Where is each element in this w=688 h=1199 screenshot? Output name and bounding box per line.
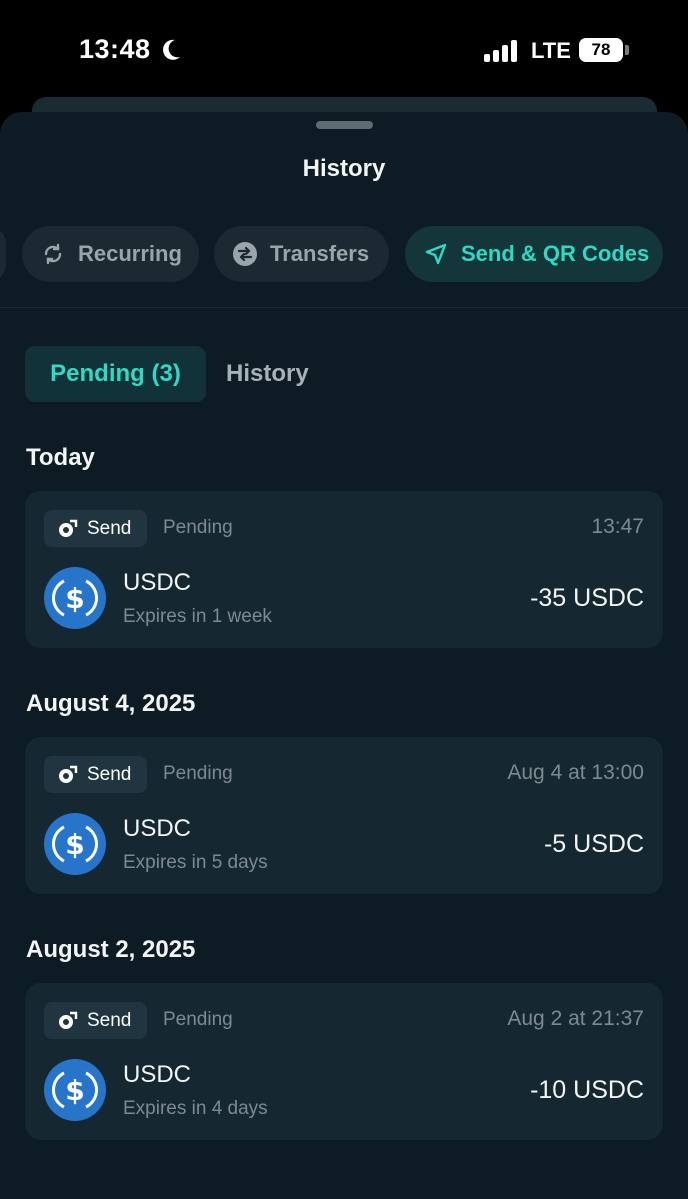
amount: -5 USDC xyxy=(543,830,644,858)
recurring-icon xyxy=(40,241,66,267)
type-label: Send xyxy=(87,517,132,539)
amount: -10 USDC xyxy=(530,1076,644,1104)
filter-chip-label: Send & QR Codes xyxy=(461,241,650,266)
send-type-icon xyxy=(59,765,78,783)
filter-chip-transfers[interactable]: Transfers xyxy=(214,226,389,282)
filter-chip-label: Transfers xyxy=(270,241,370,266)
transfers-icon xyxy=(232,241,258,267)
expiry-text: Expires in 1 week xyxy=(123,606,272,627)
status-text: Pending xyxy=(163,763,233,784)
filter-chip-send-qr[interactable]: Send & QR Codes xyxy=(405,226,663,282)
timestamp: 13:47 xyxy=(591,515,644,538)
filter-chip-offscreen[interactable] xyxy=(0,226,6,282)
usdc-icon: $ xyxy=(44,1059,106,1121)
section-title: Today xyxy=(26,444,95,471)
type-badge: Send xyxy=(44,510,147,547)
timestamp: Aug 4 at 13:00 xyxy=(507,761,644,784)
status-text: Pending xyxy=(163,517,233,538)
amount: -35 USDC xyxy=(530,584,644,612)
status-time: 13:48 xyxy=(79,34,151,64)
section-title: August 2, 2025 xyxy=(26,936,196,963)
type-badge: Send xyxy=(44,1002,147,1039)
transaction-card[interactable]: Send Pending Aug 2 at 21:37 $ USDC Expir… xyxy=(25,983,663,1140)
type-label: Send xyxy=(87,1009,132,1031)
transaction-card[interactable]: Send Pending Aug 4 at 13:00 $ USDC Expir… xyxy=(25,737,663,894)
status-text: Pending xyxy=(163,1009,233,1030)
history-sheet: History Recurring Transfers Send & QR Co… xyxy=(0,112,688,1199)
usdc-icon: $ xyxy=(44,567,106,629)
expiry-text: Expires in 5 days xyxy=(123,852,268,873)
timestamp: Aug 2 at 21:37 xyxy=(507,1007,644,1030)
battery-icon: 78 xyxy=(579,38,623,62)
type-label: Send xyxy=(87,763,132,785)
tab-pending[interactable]: Pending (3) xyxy=(25,346,206,402)
asset-name: USDC xyxy=(123,815,192,842)
moon-icon xyxy=(163,39,180,60)
status-bar: 13:48 LTE 78 xyxy=(0,0,688,100)
filter-chip-recurring[interactable]: Recurring xyxy=(22,226,199,282)
asset-name: USDC xyxy=(123,569,192,596)
svg-text:$: $ xyxy=(65,1074,84,1107)
usdc-icon: $ xyxy=(44,813,106,875)
divider xyxy=(0,307,688,308)
svg-text:$: $ xyxy=(65,828,84,861)
tab-history[interactable]: History xyxy=(226,346,309,402)
network-label: LTE xyxy=(531,38,571,63)
battery-cap xyxy=(625,45,629,55)
svg-text:$: $ xyxy=(65,582,84,615)
sheet-grabber[interactable] xyxy=(316,121,373,129)
filter-chip-label: Recurring xyxy=(78,241,182,266)
sheet-title: History xyxy=(302,155,386,182)
section-title: August 4, 2025 xyxy=(26,690,196,717)
expiry-text: Expires in 4 days xyxy=(123,1098,268,1119)
signal-icon xyxy=(484,40,517,62)
send-type-icon xyxy=(59,1011,78,1029)
type-badge: Send xyxy=(44,756,147,793)
send-type-icon xyxy=(59,519,78,537)
asset-name: USDC xyxy=(123,1061,192,1088)
filter-chips: Recurring Transfers Send & QR Codes xyxy=(0,226,688,282)
send-arrow-icon xyxy=(423,241,449,267)
transaction-card[interactable]: Send Pending 13:47 $ USDC Expires in 1 w… xyxy=(25,491,663,648)
